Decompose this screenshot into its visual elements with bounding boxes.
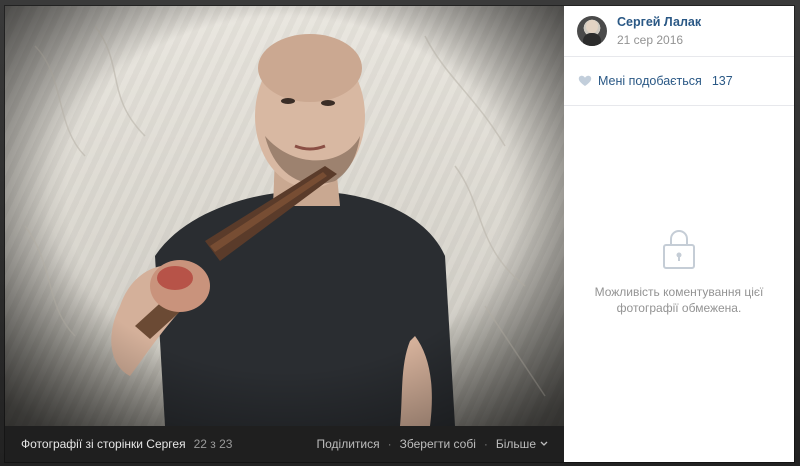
author-info: Сергей Лалак 21 сер 2016	[617, 14, 701, 48]
post-date[interactable]: 21 сер 2016	[617, 32, 701, 48]
avatar[interactable]	[577, 16, 607, 46]
author-block: Сергей Лалак 21 сер 2016	[564, 6, 794, 57]
caption-actions: Поділитися · Зберегти собі · Більше	[317, 437, 548, 451]
separator: ·	[483, 437, 488, 451]
save-button[interactable]: Зберегти собі	[400, 437, 476, 451]
more-label: Більше	[495, 437, 536, 451]
photo-area: Фотографії зі сторінки Сергея 22 з 23 По…	[5, 6, 564, 462]
separator: ·	[387, 437, 392, 451]
photo[interactable]	[5, 6, 564, 426]
chevron-down-icon	[540, 441, 548, 446]
like-label: Мені подобається	[598, 74, 702, 88]
restricted-text-line2: фотографії обмежена.	[616, 301, 742, 315]
photo-illustration	[5, 6, 564, 426]
more-button[interactable]: Більше	[496, 437, 548, 451]
photo-counter: 22 з 23	[193, 437, 233, 451]
like-count: 137	[711, 74, 733, 88]
photo-sidebar: Сергей Лалак 21 сер 2016 Мені подобаєтьс…	[564, 6, 794, 462]
share-button[interactable]: Поділитися	[317, 437, 380, 451]
comments-restricted-notice: Можливість коментування цієї фотографії …	[564, 228, 794, 316]
photo-caption-bar: Фотографії зі сторінки Сергея 22 з 23 По…	[5, 426, 564, 462]
author-name-link[interactable]: Сергей Лалак	[617, 14, 701, 30]
lock-icon	[663, 229, 695, 269]
photo-viewer: Фотографії зі сторінки Сергея 22 з 23 По…	[5, 6, 794, 462]
restricted-text-line1: Можливість коментування цієї	[594, 285, 764, 299]
caption-left: Фотографії зі сторінки Сергея 22 з 23	[21, 437, 232, 451]
like-button[interactable]: Мені подобається 137	[564, 57, 794, 106]
heart-icon	[578, 75, 592, 87]
album-title-link[interactable]: Фотографії зі сторінки Сергея	[21, 437, 186, 451]
